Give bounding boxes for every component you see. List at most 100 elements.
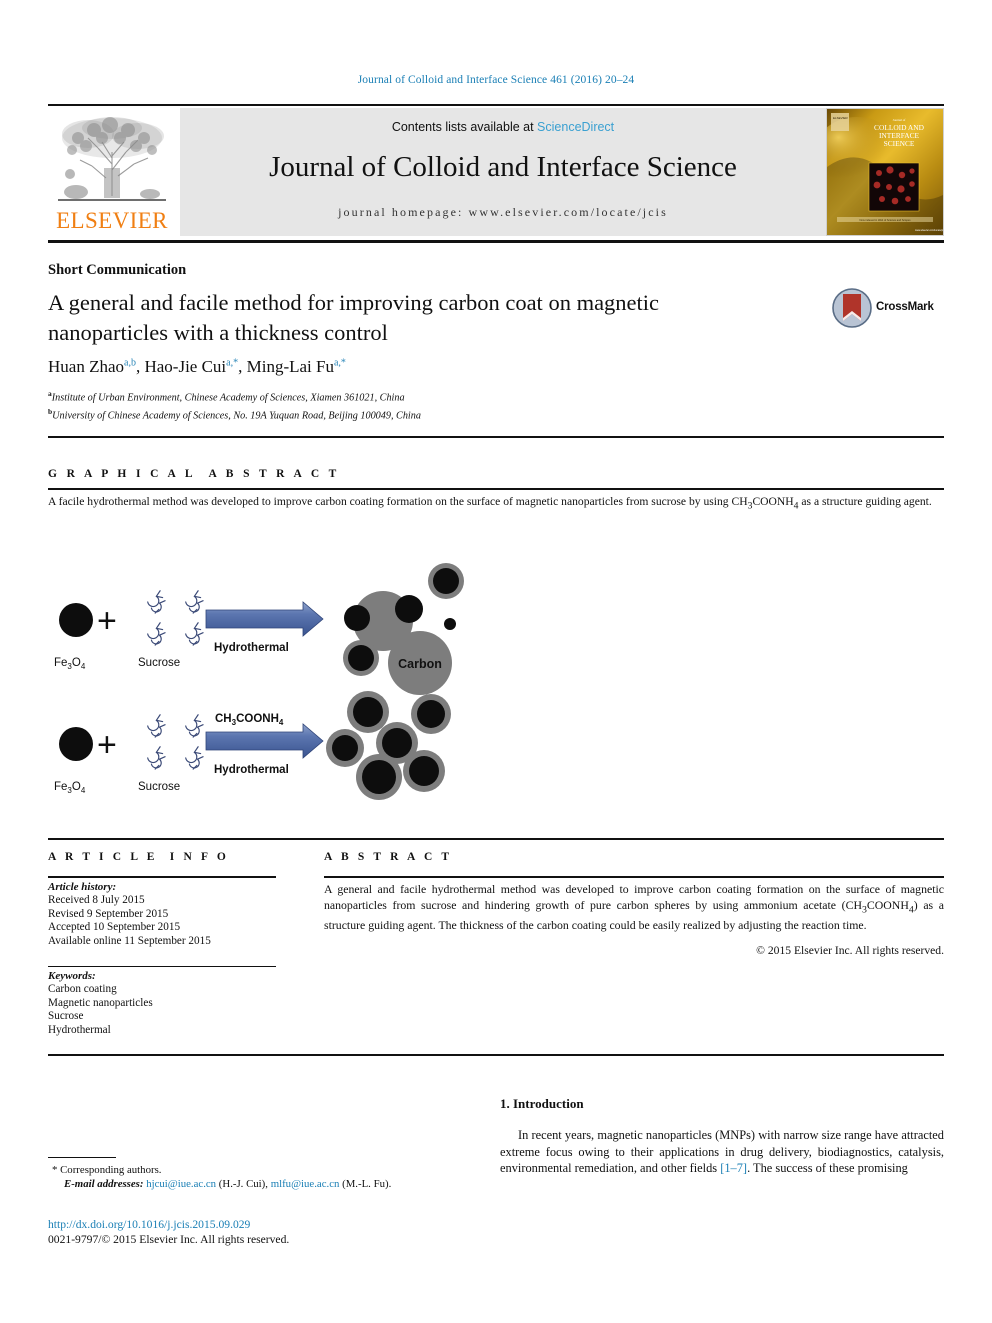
sucrose-label-row1: Sucrose (138, 657, 180, 669)
masthead-top-rule (48, 104, 944, 106)
abstract-text: A general and facile hydrothermal method… (324, 882, 944, 932)
masthead-bottom-rule (48, 240, 944, 243)
arrow-label-row1-bottom: Hydrothermal (214, 642, 289, 654)
hydrothermal-arrow-row2 (205, 723, 324, 759)
contents-available-line: Contents lists available at ScienceDirec… (180, 120, 826, 134)
fe3o4-particle-row1 (59, 603, 93, 637)
masthead-banner: Contents lists available at ScienceDirec… (180, 108, 826, 236)
elsevier-logo: ELSEVIER (48, 108, 176, 236)
keyword-item: Sucrose (48, 1010, 84, 1023)
history-accepted: Accepted 10 September 2015 (48, 921, 181, 934)
svg-text:Now indexed in Web of Science: Now indexed in Web of Science and Scopus (860, 218, 912, 222)
author-3-affil-mark[interactable]: a,* (334, 357, 346, 368)
info-band-top-rule (48, 838, 944, 840)
introduction-paragraph: In recent years, magnetic nanoparticles … (500, 1127, 944, 1177)
crossmark-label: CrossMark (876, 301, 934, 313)
email-addresses-note: E-mail addresses: hjcui@iue.ac.cn (H.-J.… (64, 1178, 392, 1190)
contents-prefix: Contents lists available at (391, 120, 538, 134)
plus-sign-row2: + (97, 726, 117, 764)
running-head: Journal of Colloid and Interface Science… (357, 74, 635, 86)
abstract-heading: A B S T R A C T (324, 851, 453, 863)
keywords-label: Keywords: (48, 970, 96, 982)
product-cluster-row1: Carbon (343, 563, 464, 695)
graphical-abstract-figure: Fe3O4 + Sucrose Hydrothermal Carbon Fe3O… (48, 548, 478, 818)
reaction-scheme-diagram: Fe3O4 + Sucrose Hydrothermal Carbon Fe3O… (54, 563, 464, 800)
footnote-rule (48, 1157, 116, 1159)
email-label: E-mail addresses: (64, 1178, 144, 1190)
sucrose-label-row2: Sucrose (138, 781, 180, 793)
plus-sign-row1: + (97, 602, 117, 640)
article-info-heading: A R T I C L E I N F O (48, 851, 230, 863)
citation-link[interactable]: [1–7] (720, 1161, 747, 1175)
keyword-item: Magnetic nanoparticles (48, 996, 153, 1009)
graphical-abstract-heading: G R A P H I C A L A B S T R A C T (48, 468, 340, 480)
author-1-name: Huan Zhao (48, 357, 125, 376)
article-info-rule (48, 876, 276, 878)
email-link-2[interactable]: mlfu@iue.ac.cn (271, 1178, 340, 1190)
keywords-rule (48, 966, 276, 968)
svg-text:ELSEVIER: ELSEVIER (833, 116, 849, 120)
svg-text:SCIENCE: SCIENCE (884, 139, 915, 148)
affiliation-a-text: Institute of Urban Environment, Chinese … (51, 392, 405, 404)
sucrose-molecules-row2 (147, 714, 204, 770)
graphical-abstract-text: A facile hydrothermal method was develop… (48, 495, 932, 512)
keyword-item: Hydrothermal (48, 1023, 111, 1036)
sciencedirect-link[interactable]: ScienceDirect (537, 120, 614, 134)
email-owner-1: (H.-J. Cui) (218, 1178, 266, 1190)
svg-text:www.elsevier.com/locate/jcis: www.elsevier.com/locate/jcis (915, 229, 943, 232)
abstract-copyright: © 2015 Elsevier Inc. All rights reserved… (756, 944, 944, 957)
corresponding-authors-note: * Corresponding authors. (52, 1163, 472, 1177)
journal-cover-thumbnail: ELSEVIER Journal of COLLOID AND INTERFAC… (826, 108, 944, 236)
page-title: A general and facile method for improvin… (48, 290, 660, 345)
scheme-row-2: Fe3O4 + Sucrose CH3COONH4 Hydrothermal (54, 691, 451, 800)
product-cluster-row2 (326, 691, 451, 800)
affiliation-list: aInstitute of Urban Environment, Chinese… (48, 387, 421, 422)
article-type: Short Communication (48, 262, 187, 278)
keywords-list: Carbon coating Magnetic nanoparticles Su… (48, 983, 153, 1037)
doi-link[interactable]: http://dx.doi.org/10.1016/j.jcis.2015.09… (48, 1218, 250, 1231)
paper-page: Journal of Colloid and Interface Science… (0, 0, 992, 1323)
fe3o4-label-row1: Fe3O4 (54, 657, 86, 671)
keyword-item: Carbon coating (48, 983, 117, 995)
info-band-bottom-rule (48, 1054, 944, 1056)
corresponding-mark: * (52, 1164, 58, 1176)
carbon-label: Carbon (398, 657, 442, 671)
fe3o4-particle-row2 (59, 727, 93, 761)
author-3-name: Ming-Lai Fu (246, 357, 334, 376)
crossmark-icon (832, 288, 872, 328)
section-heading-introduction: 1. Introduction (500, 1096, 584, 1111)
article-history-label: Article history: (48, 881, 117, 893)
history-received: Received 8 July 2015 (48, 894, 145, 906)
hydrothermal-arrow-row1 (205, 601, 324, 637)
author-1-affil-mark[interactable]: a,b (124, 357, 136, 368)
abstract-rule (324, 876, 944, 878)
intro-text-part2: . The success of these promising (747, 1161, 908, 1176)
fe3o4-label-row2: Fe3O4 (54, 781, 86, 795)
issn-copyright-line: 0021-9797/© 2015 Elsevier Inc. All right… (48, 1233, 290, 1246)
arrow-label-row2-top: CH3COONH4 (215, 713, 284, 727)
journal-title: Journal of Colloid and Interface Science (269, 151, 737, 183)
svg-text:Journal of: Journal of (893, 118, 907, 122)
scheme-row-1: Fe3O4 + Sucrose Hydrothermal Carbon (54, 563, 464, 695)
cover-artwork: ELSEVIER Journal of COLLOID AND INTERFAC… (827, 109, 943, 235)
arrow-label-row2-bottom: Hydrothermal (214, 764, 289, 776)
elsevier-wordmark: ELSEVIER (56, 208, 168, 233)
author-2-affil-mark[interactable]: a,* (226, 357, 238, 368)
author-sep-2: , (238, 357, 247, 376)
affiliation-b: bUniversity of Chinese Academy of Scienc… (48, 405, 421, 423)
affiliation-a: aInstitute of Urban Environment, Chinese… (48, 387, 421, 405)
footnote-block: * Corresponding authors. E-mail addresse… (52, 1163, 472, 1191)
article-history-list: Received 8 July 2015 Revised 9 September… (48, 894, 211, 948)
journal-masthead: ELSEVIER Contents lists available at Sci… (48, 108, 944, 236)
corresponding-label: Corresponding authors. (60, 1164, 162, 1176)
author-2-name: Hao-Jie Cui (144, 357, 227, 376)
email-link-1[interactable]: hjcui@iue.ac.cn (146, 1178, 216, 1190)
author-list: Huan Zhaoa,b, Hao-Jie Cuia,*, Ming-Lai F… (48, 357, 346, 377)
crossmark-badge-group[interactable]: CrossMark (832, 288, 942, 332)
article-head-rule (48, 436, 944, 438)
sucrose-molecules-row1 (147, 590, 204, 646)
graphical-abstract-rule (48, 488, 944, 490)
affiliation-b-text: University of Chinese Academy of Science… (52, 409, 421, 421)
journal-homepage[interactable]: journal homepage: www.elsevier.com/locat… (180, 205, 826, 220)
history-revised: Revised 9 September 2015 (48, 907, 169, 920)
